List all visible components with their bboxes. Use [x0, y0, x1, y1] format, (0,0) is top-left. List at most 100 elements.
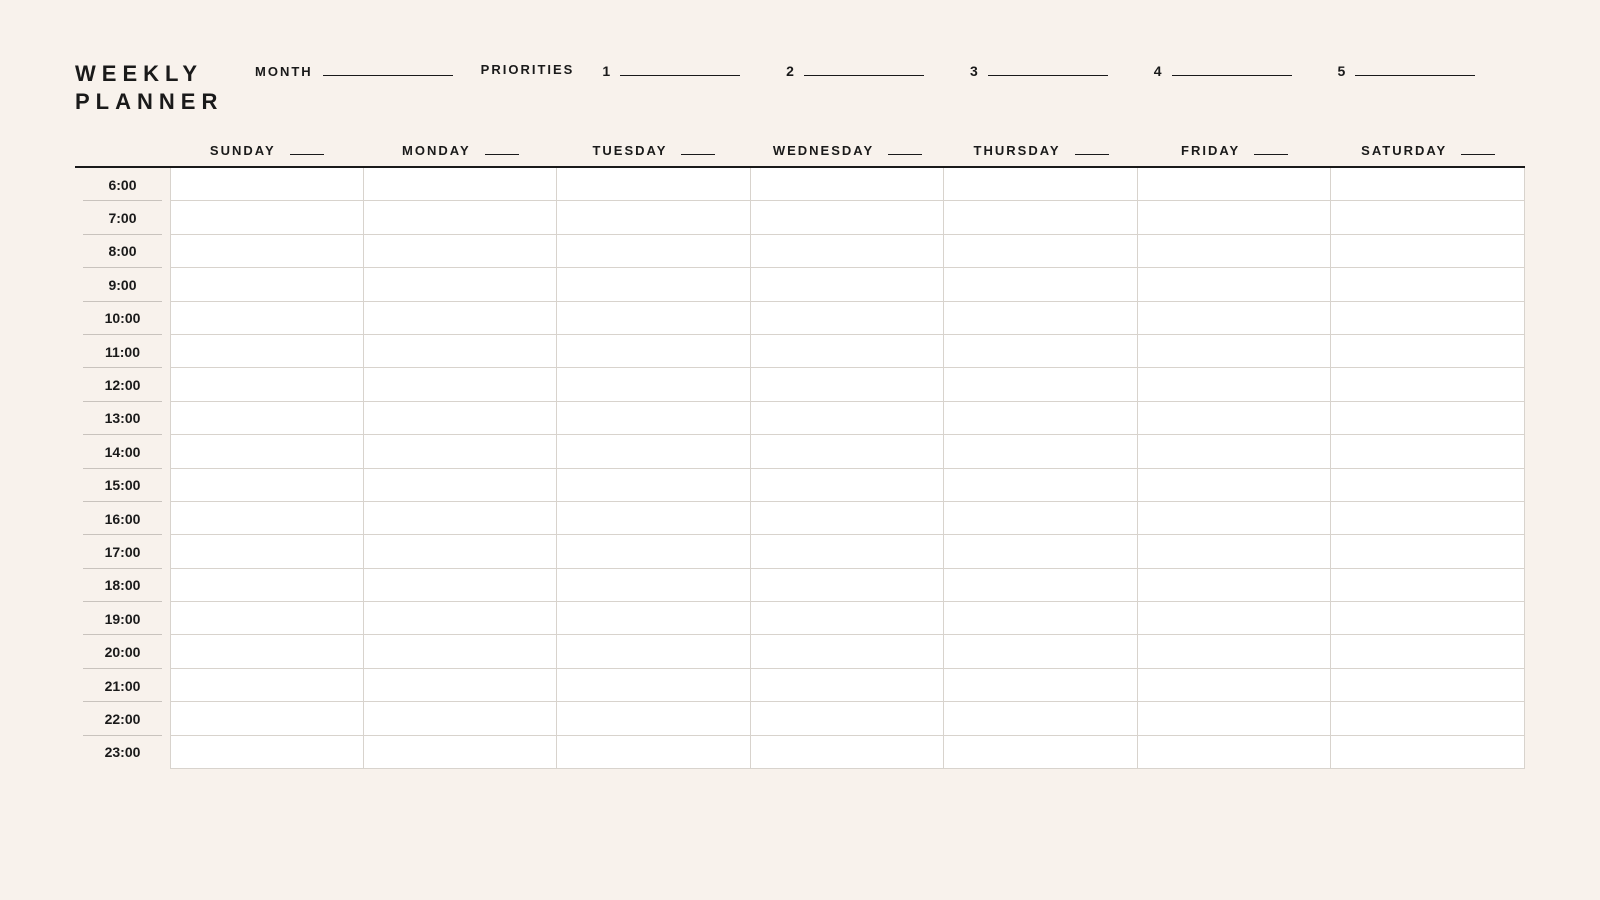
- time-slot[interactable]: [364, 502, 558, 535]
- time-slot[interactable]: [557, 502, 751, 535]
- time-slot[interactable]: [557, 602, 751, 635]
- time-slot[interactable]: [1138, 335, 1332, 368]
- time-slot[interactable]: [170, 702, 364, 735]
- time-slot[interactable]: [557, 402, 751, 435]
- time-slot[interactable]: [1331, 168, 1525, 201]
- time-slot[interactable]: [944, 569, 1138, 602]
- time-slot[interactable]: [1138, 402, 1332, 435]
- time-slot[interactable]: [944, 535, 1138, 568]
- time-slot[interactable]: [1138, 736, 1332, 769]
- time-slot[interactable]: [944, 602, 1138, 635]
- time-slot[interactable]: [364, 736, 558, 769]
- time-slot[interactable]: [364, 669, 558, 702]
- time-slot[interactable]: [1331, 368, 1525, 401]
- day-date-line[interactable]: [1461, 143, 1495, 155]
- time-slot[interactable]: [170, 469, 364, 502]
- time-slot[interactable]: [751, 335, 945, 368]
- time-slot[interactable]: [944, 302, 1138, 335]
- time-slot[interactable]: [1331, 502, 1525, 535]
- time-slot[interactable]: [751, 502, 945, 535]
- time-slot[interactable]: [751, 635, 945, 668]
- time-slot[interactable]: [170, 368, 364, 401]
- time-slot[interactable]: [557, 335, 751, 368]
- time-slot[interactable]: [170, 201, 364, 234]
- time-slot[interactable]: [1138, 602, 1332, 635]
- time-slot[interactable]: [170, 302, 364, 335]
- time-slot[interactable]: [751, 669, 945, 702]
- time-slot[interactable]: [751, 168, 945, 201]
- time-slot[interactable]: [1331, 702, 1525, 735]
- time-slot[interactable]: [751, 535, 945, 568]
- time-slot[interactable]: [944, 368, 1138, 401]
- time-slot[interactable]: [944, 736, 1138, 769]
- month-input-line[interactable]: [323, 60, 453, 76]
- time-slot[interactable]: [557, 669, 751, 702]
- time-slot[interactable]: [944, 168, 1138, 201]
- time-slot[interactable]: [364, 435, 558, 468]
- time-slot[interactable]: [944, 702, 1138, 735]
- time-slot[interactable]: [557, 235, 751, 268]
- time-slot[interactable]: [557, 469, 751, 502]
- time-slot[interactable]: [557, 268, 751, 301]
- day-date-line[interactable]: [888, 143, 922, 155]
- time-slot[interactable]: [1331, 602, 1525, 635]
- time-slot[interactable]: [944, 669, 1138, 702]
- time-slot[interactable]: [170, 268, 364, 301]
- time-slot[interactable]: [751, 435, 945, 468]
- time-slot[interactable]: [1138, 235, 1332, 268]
- time-slot[interactable]: [170, 402, 364, 435]
- time-slot[interactable]: [557, 702, 751, 735]
- time-slot[interactable]: [557, 201, 751, 234]
- day-date-line[interactable]: [1254, 143, 1288, 155]
- time-slot[interactable]: [1138, 469, 1332, 502]
- priority-input-line[interactable]: [620, 60, 740, 76]
- priority-input-line[interactable]: [988, 60, 1108, 76]
- time-slot[interactable]: [1331, 235, 1525, 268]
- time-slot[interactable]: [1138, 535, 1332, 568]
- time-slot[interactable]: [751, 302, 945, 335]
- time-slot[interactable]: [944, 635, 1138, 668]
- time-slot[interactable]: [1331, 335, 1525, 368]
- time-slot[interactable]: [364, 602, 558, 635]
- time-slot[interactable]: [1331, 669, 1525, 702]
- time-slot[interactable]: [364, 402, 558, 435]
- time-slot[interactable]: [1138, 569, 1332, 602]
- day-date-line[interactable]: [290, 143, 324, 155]
- day-date-line[interactable]: [681, 143, 715, 155]
- time-slot[interactable]: [1138, 302, 1332, 335]
- time-slot[interactable]: [1138, 669, 1332, 702]
- time-slot[interactable]: [1331, 402, 1525, 435]
- time-slot[interactable]: [1331, 469, 1525, 502]
- time-slot[interactable]: [1138, 635, 1332, 668]
- time-slot[interactable]: [1331, 736, 1525, 769]
- time-slot[interactable]: [170, 435, 364, 468]
- time-slot[interactable]: [944, 235, 1138, 268]
- time-slot[interactable]: [944, 469, 1138, 502]
- time-slot[interactable]: [364, 635, 558, 668]
- time-slot[interactable]: [751, 736, 945, 769]
- time-slot[interactable]: [170, 168, 364, 201]
- time-slot[interactable]: [364, 368, 558, 401]
- time-slot[interactable]: [751, 702, 945, 735]
- time-slot[interactable]: [751, 602, 945, 635]
- time-slot[interactable]: [557, 302, 751, 335]
- time-slot[interactable]: [170, 669, 364, 702]
- time-slot[interactable]: [1331, 535, 1525, 568]
- time-slot[interactable]: [944, 402, 1138, 435]
- time-slot[interactable]: [944, 268, 1138, 301]
- time-slot[interactable]: [364, 235, 558, 268]
- time-slot[interactable]: [364, 201, 558, 234]
- time-slot[interactable]: [1138, 502, 1332, 535]
- time-slot[interactable]: [1331, 268, 1525, 301]
- time-slot[interactable]: [557, 535, 751, 568]
- time-slot[interactable]: [1331, 569, 1525, 602]
- time-slot[interactable]: [751, 268, 945, 301]
- time-slot[interactable]: [170, 535, 364, 568]
- priority-input-line[interactable]: [1172, 60, 1292, 76]
- time-slot[interactable]: [1331, 435, 1525, 468]
- time-slot[interactable]: [364, 535, 558, 568]
- time-slot[interactable]: [170, 235, 364, 268]
- time-slot[interactable]: [751, 201, 945, 234]
- time-slot[interactable]: [751, 235, 945, 268]
- priority-input-line[interactable]: [1355, 60, 1475, 76]
